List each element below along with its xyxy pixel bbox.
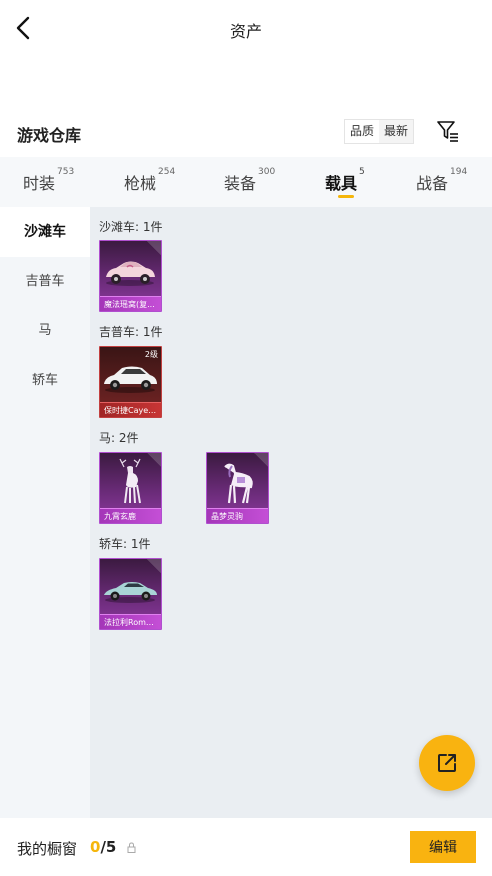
showcase-bar: 我的橱窗 0/5 编辑 <box>0 818 492 876</box>
showcase-label: 我的橱窗 <box>17 840 78 858</box>
showcase-count: 0/5 <box>90 838 116 856</box>
lock-icon <box>127 842 136 853</box>
sidebar-item-beach-buggy[interactable]: 沙滩车 <box>0 207 90 257</box>
deer-icon <box>119 458 141 504</box>
page-title: 资产 <box>229 22 262 41</box>
item-card[interactable]: 魔法瑶窝(复... <box>99 240 162 312</box>
warehouse-header: 游戏仓库 品质 最新 <box>0 118 492 148</box>
group-label-jeep: 吉普车: 1件 <box>99 325 163 339</box>
tab-fashion[interactable]: 时装753 <box>23 167 75 194</box>
horse-icon <box>224 463 253 504</box>
item-card[interactable]: 晶梦灵驹 <box>206 452 269 524</box>
item-name: 魔法瑶窝(复... <box>100 296 161 311</box>
item-name: 九霄玄鹿 <box>100 508 161 523</box>
share-external-icon <box>438 754 456 772</box>
tab-guns[interactable]: 枪械254 <box>124 167 176 194</box>
suv-car-icon <box>104 366 157 393</box>
sidebar-item-jeep[interactable]: 吉普车 <box>0 257 90 307</box>
tab-label: 枪械 <box>124 174 157 193</box>
tab-vehicles[interactable]: 载具5 <box>325 167 365 194</box>
sort-option-quality[interactable]: 品质 <box>345 120 380 143</box>
sort-option-latest[interactable]: 最新 <box>379 120 413 143</box>
sidebar-item-horse[interactable]: 马 <box>0 306 90 356</box>
item-card[interactable]: 法拉利Roma(... <box>99 558 162 630</box>
tab-label: 载具 <box>325 174 358 193</box>
tab-count: 300 <box>258 167 276 177</box>
group-label-sedan: 轿车: 1件 <box>99 537 151 551</box>
item-name: 晶梦灵驹 <box>207 508 268 523</box>
tab-label: 战备 <box>416 174 449 193</box>
item-name: 法拉利Roma(... <box>100 614 161 629</box>
showcase-current: 0 <box>90 838 101 856</box>
vehicle-list: 沙滩车: 1件 魔法瑶窝(复... 吉普车: 1件 2级 保时捷Cayen...… <box>90 207 492 818</box>
group-label-beach-buggy: 沙滩车: 1件 <box>99 220 163 234</box>
edit-button[interactable]: 编辑 <box>410 831 476 863</box>
share-button[interactable] <box>419 735 475 791</box>
tab-count: 5 <box>359 167 365 177</box>
warehouse-title: 游戏仓库 <box>17 126 82 145</box>
item-card[interactable]: 九霄玄鹿 <box>99 452 162 524</box>
tab-combat-gear[interactable]: 战备194 <box>416 167 468 194</box>
category-tabs: 时装753 枪械254 装备300 载具5 战备194 <box>0 157 492 207</box>
top-bar: 资产 <box>0 0 492 58</box>
tab-equipment[interactable]: 装备300 <box>224 167 276 194</box>
tab-label: 时装 <box>23 174 56 193</box>
item-card[interactable]: 2级 保时捷Cayen... <box>99 346 162 418</box>
sports-car-icon <box>104 582 157 603</box>
tab-count: 254 <box>158 167 176 177</box>
tab-count: 753 <box>57 167 75 177</box>
filter-icon[interactable] <box>436 118 460 144</box>
tab-label: 装备 <box>224 174 257 193</box>
sidebar-item-sedan[interactable]: 轿车 <box>0 356 90 406</box>
active-tab-indicator <box>338 195 354 198</box>
sort-toggle: 品质 最新 <box>344 119 415 144</box>
tab-count: 194 <box>450 167 468 177</box>
item-name: 保时捷Cayen... <box>100 402 161 417</box>
group-label-horse: 马: 2件 <box>99 431 139 445</box>
beach-buggy-icon <box>106 261 155 286</box>
showcase-total: 5 <box>105 838 117 856</box>
vehicle-type-sidebar: 沙滩车 吉普车 马 轿车 <box>0 207 90 818</box>
